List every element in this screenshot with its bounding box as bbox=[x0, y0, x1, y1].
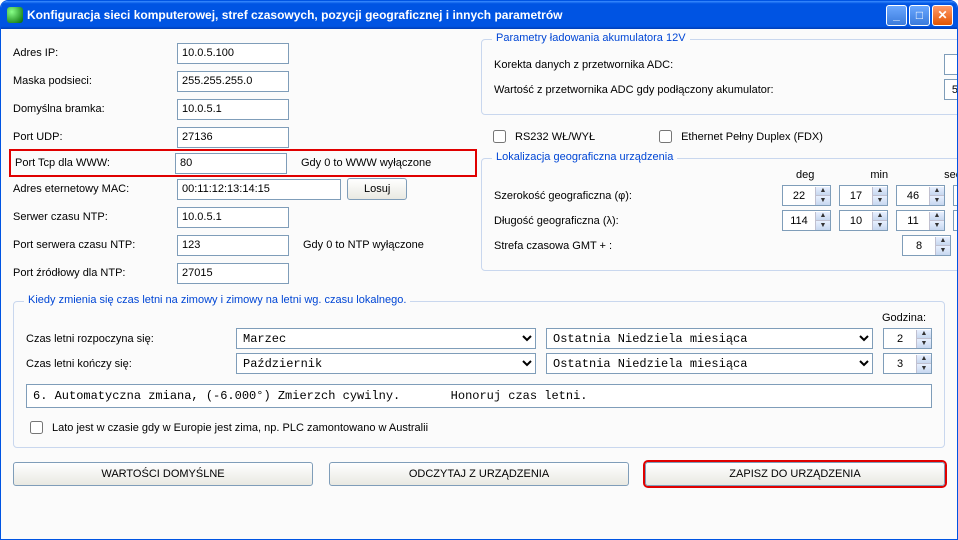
app-icon bbox=[7, 7, 23, 23]
fdx-checkbox[interactable]: Ethernet Pełny Duplex (FDX) bbox=[655, 127, 823, 146]
window-title: Konfiguracja sieci komputerowej, stref c… bbox=[27, 8, 886, 22]
gw-input[interactable] bbox=[177, 99, 289, 120]
config-window: Konfiguracja sieci komputerowej, stref c… bbox=[0, 0, 958, 540]
adc-val-label: Wartość z przetwornika ADC gdy podłączon… bbox=[494, 84, 936, 96]
gw-label: Domyślna bramka: bbox=[13, 103, 171, 115]
defaults-button[interactable]: WARTOŚCI DOMYŚLNE bbox=[13, 462, 313, 486]
lat-deg-spinner[interactable]: ▲▼ bbox=[782, 185, 831, 206]
minimize-button[interactable]: _ bbox=[886, 5, 907, 26]
dst-info-display bbox=[26, 384, 932, 408]
close-button[interactable]: ✕ bbox=[932, 5, 953, 26]
geo-group: Lokalizacja geograficzna urządzenia deg … bbox=[481, 158, 958, 271]
ntp-src-input[interactable] bbox=[177, 263, 289, 284]
mask-label: Maska podsieci: bbox=[13, 75, 171, 87]
lat-sec-spinner[interactable]: ▲▼ bbox=[896, 185, 945, 206]
mac-label: Adres eternetowy MAC: bbox=[13, 183, 171, 195]
maximize-button[interactable]: □ bbox=[909, 5, 930, 26]
www-input[interactable] bbox=[175, 153, 287, 174]
lat-label: Szerokość geograficzna (φ): bbox=[494, 190, 774, 202]
udp-label: Port UDP: bbox=[13, 131, 171, 143]
titlebar: Konfiguracja sieci komputerowej, stref c… bbox=[1, 1, 957, 29]
adc-val-input[interactable] bbox=[945, 80, 958, 99]
www-port-highlight: Port Tcp dla WWW: Gdy 0 to WWW wyłączone bbox=[9, 149, 477, 177]
australia-checkbox[interactable]: Lato jest w czasie gdy w Europie jest zi… bbox=[26, 418, 428, 437]
gmt-label: Strefa czasowa GMT + : bbox=[494, 240, 774, 252]
network-panel: Adres IP: Maska podsieci: Domyślna bramk… bbox=[13, 39, 473, 287]
ntp-input[interactable] bbox=[177, 207, 289, 228]
adc-corr-input[interactable] bbox=[945, 55, 958, 74]
battery-legend: Parametry ładowania akumulatora 12V bbox=[492, 32, 690, 44]
lon-deg-spinner[interactable]: ▲▼ bbox=[782, 210, 831, 231]
rs232-checkbox[interactable]: RS232 WŁ/WYŁ bbox=[489, 127, 595, 146]
adc-corr-label: Korekta danych z przetwornika ADC: bbox=[494, 59, 936, 71]
mac-random-button[interactable]: Losuj bbox=[347, 178, 407, 200]
dst-end-day-select[interactable]: Ostatnia Niedziela miesiąca bbox=[546, 353, 873, 374]
dst-legend: Kiedy zmienia się czas letni na zimowy i… bbox=[24, 294, 410, 306]
geo-legend: Lokalizacja geograficzna urządzenia bbox=[492, 151, 677, 163]
mac-input[interactable] bbox=[177, 179, 341, 200]
deg-header: deg bbox=[796, 169, 814, 181]
dst-start-month-select[interactable]: Marzec bbox=[236, 328, 536, 349]
mask-input[interactable] bbox=[177, 71, 289, 92]
lat-hem-select[interactable]: N bbox=[953, 185, 958, 206]
hour-header: Godzina: bbox=[882, 312, 926, 324]
dst-end-hour-spinner[interactable]: ▲▼ bbox=[883, 353, 932, 374]
bottom-buttons: WARTOŚCI DOMYŚLNE ODCZYTAJ Z URZĄDZENIA … bbox=[13, 462, 945, 486]
gmt-spinner[interactable]: ▲▼ bbox=[902, 235, 951, 256]
lat-min-spinner[interactable]: ▲▼ bbox=[839, 185, 888, 206]
sec-header: sec bbox=[944, 169, 958, 181]
dst-start-day-select[interactable]: Ostatnia Niedziela miesiąca bbox=[546, 328, 873, 349]
dst-start-label: Czas letni rozpoczyna się: bbox=[26, 333, 226, 345]
ntp-src-label: Port źródłowy dla NTP: bbox=[13, 267, 171, 279]
lon-sec-spinner[interactable]: ▲▼ bbox=[896, 210, 945, 231]
adc-val-spinner[interactable]: ▲▼ bbox=[944, 79, 958, 100]
ip-label: Adres IP: bbox=[13, 47, 171, 59]
dst-group: Kiedy zmienia się czas letni na zimowy i… bbox=[13, 301, 945, 448]
lon-min-spinner[interactable]: ▲▼ bbox=[839, 210, 888, 231]
read-device-button[interactable]: ODCZYTAJ Z URZĄDZENIA bbox=[329, 462, 629, 486]
www-label: Port Tcp dla WWW: bbox=[15, 157, 169, 169]
udp-input[interactable] bbox=[177, 127, 289, 148]
dst-end-label: Czas letni kończy się: bbox=[26, 358, 226, 370]
write-device-button[interactable]: ZAPISZ DO URZĄDZENIA bbox=[645, 462, 945, 486]
lon-label: Długość geograficzna (λ): bbox=[494, 215, 774, 227]
ip-input[interactable] bbox=[177, 43, 289, 64]
ntpport-input[interactable] bbox=[177, 235, 289, 256]
min-header: min bbox=[870, 169, 888, 181]
ntp-label: Serwer czasu NTP: bbox=[13, 211, 171, 223]
ntpport-label: Port serwera czasu NTP: bbox=[13, 239, 171, 251]
www-note: Gdy 0 to WWW wyłączone bbox=[301, 157, 431, 169]
window-body: Adres IP: Maska podsieci: Domyślna bramk… bbox=[1, 29, 957, 539]
ntpport-note: Gdy 0 to NTP wyłączone bbox=[303, 239, 424, 251]
dst-end-month-select[interactable]: Październik bbox=[236, 353, 536, 374]
dst-start-hour-spinner[interactable]: ▲▼ bbox=[883, 328, 932, 349]
adc-corr-spinner[interactable]: ▲▼ bbox=[944, 54, 958, 75]
lon-hem-select[interactable]: E bbox=[953, 210, 958, 231]
battery-group: Parametry ładowania akumulatora 12V Kore… bbox=[481, 39, 958, 115]
